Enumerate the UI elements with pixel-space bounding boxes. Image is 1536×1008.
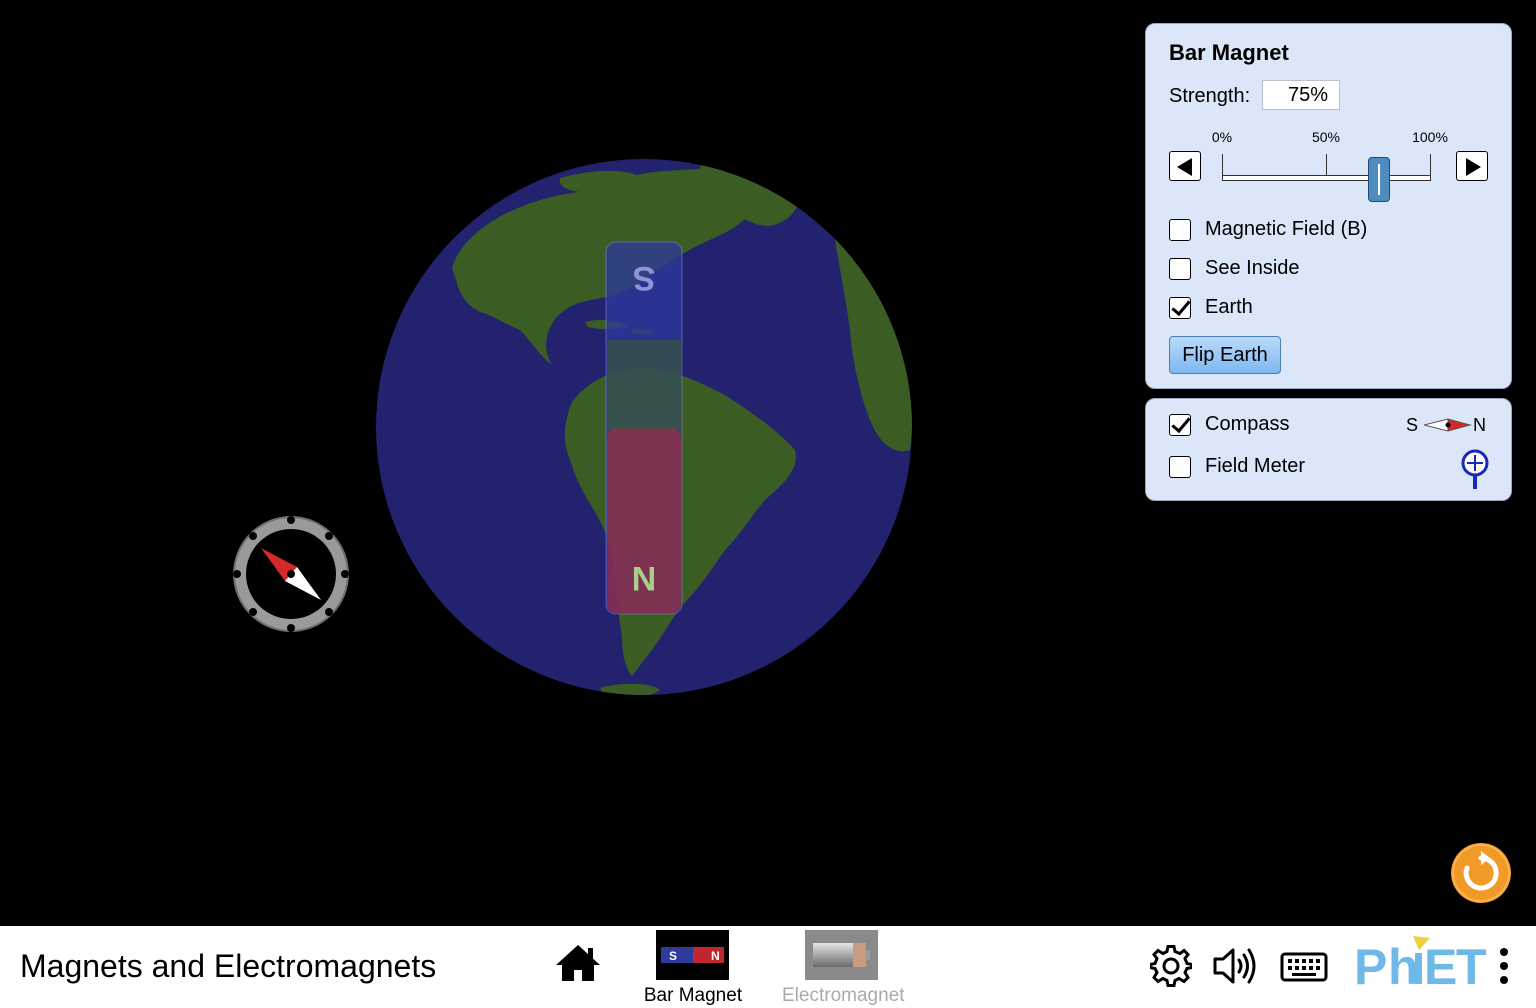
strength-slider-track[interactable] xyxy=(1222,175,1431,181)
screen-bar-magnet-button[interactable]: S N Bar Magnet xyxy=(633,930,753,1008)
panel-title: Bar Magnet xyxy=(1169,40,1289,65)
navigation-bar: Magnets and Electromagnets S N Bar Magne… xyxy=(0,926,1536,1008)
keyboard-icon[interactable] xyxy=(1280,948,1328,984)
tools-panel: Compass Field Meter S N xyxy=(1145,398,1512,501)
sim-title: Magnets and Electromagnets xyxy=(20,948,437,984)
checkbox-box[interactable] xyxy=(1169,297,1191,319)
bar-magnet-screen-thumbnail: S N xyxy=(656,930,729,980)
svg-text:T: T xyxy=(1456,939,1487,994)
compass-icon-s-label: S xyxy=(1406,415,1419,435)
screen-label: Bar Magnet xyxy=(643,985,743,1006)
checkbox-box[interactable] xyxy=(1169,219,1191,241)
strength-slider-thumb[interactable] xyxy=(1367,157,1390,202)
thumb-n-label: N xyxy=(711,949,720,963)
screen-electromagnet-button[interactable]: Electromagnet xyxy=(782,930,905,1008)
compass[interactable] xyxy=(233,516,349,632)
strength-label: Strength: xyxy=(1169,85,1251,107)
settings-gear-icon[interactable] xyxy=(1150,945,1192,987)
checkbox-box[interactable] xyxy=(1169,258,1191,280)
screen-label: Electromagnet xyxy=(782,985,905,1006)
bar-magnet[interactable]: S N xyxy=(605,241,683,615)
flip-earth-button[interactable]: Flip Earth xyxy=(1169,336,1281,374)
magnet-south-label: S xyxy=(633,259,656,297)
svg-text:P: P xyxy=(1354,939,1387,994)
checkbox-label: Earth xyxy=(1205,296,1253,318)
strength-value-readout: 75% xyxy=(1262,80,1340,110)
compass-icon-n-label: N xyxy=(1473,415,1486,435)
strength-increment-button[interactable] xyxy=(1456,151,1488,181)
bar-magnet-panel: Bar Magnet Strength: 75% 0% 50% 100% Mag… xyxy=(1145,23,1512,389)
reset-all-button[interactable] xyxy=(1450,842,1512,904)
checkbox-label: See Inside xyxy=(1205,257,1300,279)
checkbox-label: Compass xyxy=(1205,413,1290,435)
phet-menu-kebab-icon[interactable] xyxy=(1496,946,1512,988)
strength-decrement-button[interactable] xyxy=(1169,151,1201,181)
svg-text:h: h xyxy=(1388,939,1419,994)
arrow-left-icon xyxy=(1177,158,1192,176)
checkbox-label: Field Meter xyxy=(1205,455,1306,477)
home-icon[interactable] xyxy=(554,943,602,983)
magnet-north-label: N xyxy=(632,559,657,597)
svg-text:E: E xyxy=(1424,939,1457,994)
slider-tick-label-0: 0% xyxy=(1211,129,1233,145)
slider-tick-label-50: 50% xyxy=(1311,129,1341,145)
field-meter-icon[interactable] xyxy=(1459,448,1491,490)
arrow-right-icon xyxy=(1466,158,1481,176)
thumb-s-label: S xyxy=(669,949,677,963)
electromagnet-screen-thumbnail xyxy=(805,930,878,980)
phet-logo[interactable]: P h E T xyxy=(1352,934,1487,994)
checkbox-label: Magnetic Field (B) xyxy=(1205,218,1368,240)
audio-speaker-icon[interactable] xyxy=(1212,946,1258,986)
slider-tick-label-100: 100% xyxy=(1412,129,1448,145)
checkbox-box[interactable] xyxy=(1169,456,1191,478)
compass-needle-icon[interactable] xyxy=(1424,416,1472,434)
checkbox-box[interactable] xyxy=(1169,414,1191,436)
